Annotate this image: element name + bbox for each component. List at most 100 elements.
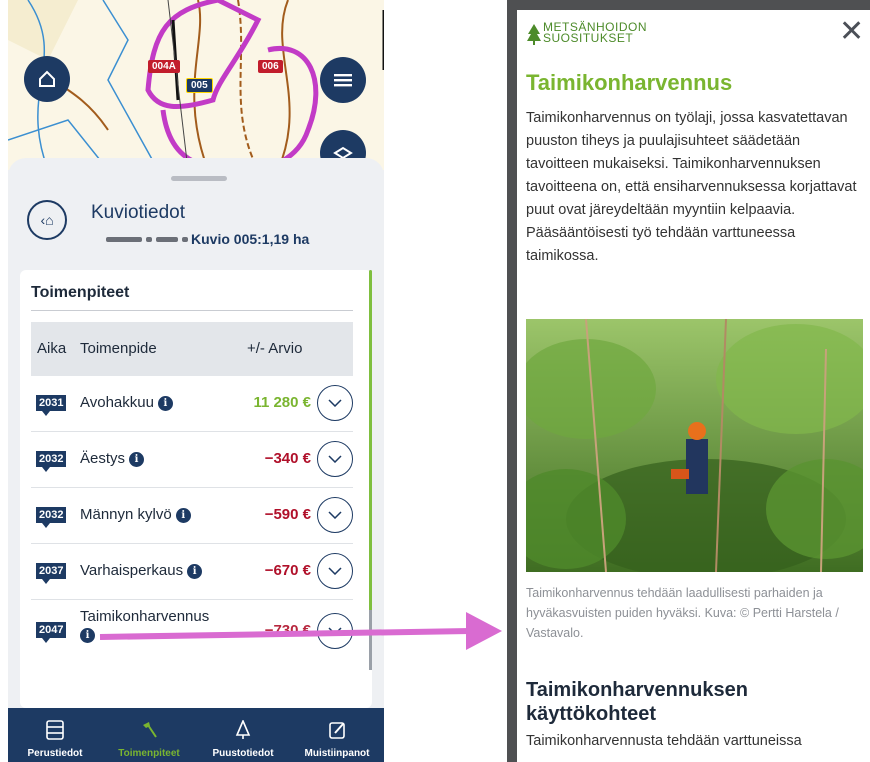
year-badge-pointer bbox=[42, 638, 50, 643]
value-estimate: −590 € bbox=[264, 506, 311, 523]
map-tag-005[interactable]: 005 bbox=[186, 78, 213, 93]
scrollbar[interactable] bbox=[369, 610, 372, 670]
logo-text: METSÄNHOIDON SUOSITUKSET bbox=[543, 21, 647, 45]
operation-name: Avohakkuu i bbox=[80, 394, 173, 411]
table-row: 2047 Taimikonharvennus i −730 € bbox=[31, 600, 353, 664]
photo-caption: Taimikonharvennus tehdään laadullisesti … bbox=[526, 586, 839, 640]
map-tag-label: 006 bbox=[262, 61, 279, 72]
year-badge: 2032 bbox=[36, 451, 67, 467]
left-phone-screen: 004A 005 006 ‹⌂ Kuviotiedot Kuvio 005:1,… bbox=[8, 0, 384, 762]
column-header-arvio: +/- Arvio bbox=[247, 340, 303, 357]
article-view: METSÄNHOIDON SUOSITUKSET ✕ Taimikonharven… bbox=[517, 10, 870, 762]
map-view[interactable]: 004A 005 006 bbox=[8, 0, 384, 170]
edit-icon bbox=[290, 720, 384, 740]
divider bbox=[31, 310, 353, 311]
operation-label: Avohakkuu bbox=[80, 394, 154, 411]
nav-label: Muistiinpanot bbox=[304, 748, 370, 759]
right-phone-screen: METSÄNHOIDON SUOSITUKSET ✕ Taimikonharven… bbox=[507, 0, 870, 762]
expand-button[interactable] bbox=[317, 613, 353, 649]
article-title: Taimikonharvennus bbox=[526, 70, 733, 95]
chevron-down-icon bbox=[328, 511, 342, 519]
operation-label: Taimikonharvennus bbox=[80, 608, 210, 625]
nav-muistiinpanot[interactable]: Muistiinpanot bbox=[290, 708, 384, 762]
column-header-aika: Aika bbox=[37, 340, 67, 357]
nav-label: Perustiedot bbox=[27, 748, 83, 759]
map-tag-label: 004A bbox=[152, 61, 176, 72]
table-icon bbox=[8, 720, 102, 740]
year-badge-pointer bbox=[42, 411, 50, 416]
operation-label: Varhaisperkaus bbox=[80, 562, 184, 579]
table-row: 2032 Äestys i −340 € bbox=[31, 432, 353, 488]
table-header: Aika Toimenpide +/- Arvio bbox=[31, 322, 353, 376]
home-button[interactable] bbox=[24, 56, 70, 102]
value-estimate: −730 € bbox=[264, 622, 311, 639]
chevron-down-icon bbox=[328, 455, 342, 463]
kuvio-title: Kuviotiedot bbox=[91, 202, 186, 223]
redacted-text bbox=[182, 237, 188, 242]
year-badge-pointer bbox=[42, 467, 50, 472]
column-header-toimenpide: Toimenpide bbox=[80, 340, 157, 357]
table-row: 2031 Avohakkuu i 11 280 € bbox=[31, 376, 353, 432]
table-row: 2037 Varhaisperkaus i −670 € bbox=[31, 544, 353, 600]
info-icon[interactable]: i bbox=[157, 396, 173, 411]
nav-label: Puustotiedot bbox=[212, 748, 274, 759]
tree-icon bbox=[196, 718, 290, 740]
redacted-text bbox=[106, 237, 142, 242]
home-icon bbox=[39, 70, 55, 87]
map-tag-006[interactable]: 006 bbox=[258, 60, 283, 73]
info-icon[interactable]: i bbox=[187, 564, 203, 579]
back-home-button[interactable]: ‹⌂ bbox=[27, 200, 67, 240]
year-badge: 2047 bbox=[36, 622, 67, 638]
operation-label: Äestys bbox=[80, 450, 126, 467]
nav-puustotiedot[interactable]: Puustotiedot bbox=[196, 708, 290, 762]
kuvio-subtitle: Kuvio 005:1,19 ha bbox=[191, 231, 310, 247]
year-badge-pointer bbox=[42, 523, 50, 528]
back-home-icon: ‹⌂ bbox=[40, 212, 54, 228]
axe-icon bbox=[102, 720, 196, 740]
redacted-text bbox=[146, 237, 152, 242]
menu-icon bbox=[334, 74, 352, 87]
operation-name: Männyn kylvö i bbox=[80, 506, 191, 523]
article-subheading: Taimikonharvennuksen käyttökohteet bbox=[526, 679, 748, 725]
operation-name: Varhaisperkaus i bbox=[80, 562, 203, 579]
info-icon[interactable]: i bbox=[80, 628, 95, 643]
value-estimate: 11 280 € bbox=[253, 394, 311, 411]
close-icon: ✕ bbox=[839, 15, 865, 48]
info-icon[interactable]: i bbox=[175, 508, 191, 523]
nav-perustiedot[interactable]: Perustiedot bbox=[8, 708, 102, 762]
nav-label: Toimenpiteet bbox=[118, 748, 180, 759]
map-tag-004a[interactable]: 004A bbox=[148, 60, 180, 73]
redacted-text bbox=[156, 237, 178, 242]
sheet-drag-handle[interactable] bbox=[171, 176, 227, 181]
expand-button[interactable] bbox=[317, 497, 353, 533]
year-badge: 2037 bbox=[36, 563, 67, 579]
logo-line: SUOSITUKSET bbox=[543, 31, 634, 45]
value-estimate: −340 € bbox=[264, 450, 311, 467]
info-icon[interactable]: i bbox=[129, 452, 145, 467]
expand-button[interactable] bbox=[317, 441, 353, 477]
close-button[interactable]: ✕ bbox=[839, 14, 864, 49]
operation-name: Taimikonharvennus i bbox=[80, 608, 209, 644]
article-body: Taimikonharvennus on työlaji, jossa kasv… bbox=[526, 110, 857, 264]
year-badge: 2031 bbox=[36, 395, 67, 411]
year-badge-pointer bbox=[42, 579, 50, 584]
article-photo bbox=[526, 319, 863, 572]
chevron-down-icon bbox=[328, 399, 342, 407]
chevron-down-icon bbox=[328, 567, 342, 575]
map-tag-label: 005 bbox=[191, 80, 208, 91]
table-row: 2032 Männyn kylvö i −590 € bbox=[31, 488, 353, 544]
operation-label: Männyn kylvö bbox=[80, 506, 172, 523]
tree-logo-icon bbox=[527, 24, 541, 45]
bottom-nav: Perustiedot Toimenpiteet Puustotiedot Mu… bbox=[8, 708, 384, 762]
value-estimate: −670 € bbox=[264, 562, 311, 579]
nav-toimenpiteet[interactable]: Toimenpiteet bbox=[102, 708, 196, 762]
year-badge: 2032 bbox=[36, 507, 67, 523]
operation-name: Äestys i bbox=[80, 450, 145, 467]
card-title: Toimenpiteet bbox=[31, 284, 130, 301]
toimenpiteet-card: Toimenpiteet Aika Toimenpide +/- Arvio 2… bbox=[20, 270, 372, 708]
expand-button[interactable] bbox=[317, 553, 353, 589]
chevron-down-icon bbox=[328, 627, 342, 635]
menu-button[interactable] bbox=[320, 57, 366, 103]
expand-button[interactable] bbox=[317, 385, 353, 421]
article-body-continued: Taimikonharvennusta tehdään varttuneissa bbox=[526, 733, 802, 749]
